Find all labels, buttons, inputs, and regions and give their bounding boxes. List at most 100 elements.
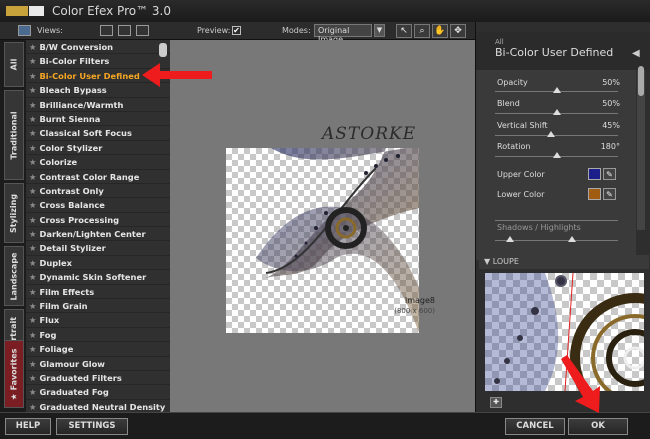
star-icon[interactable]: ★ [29, 42, 36, 52]
star-icon[interactable]: ★ [29, 287, 36, 297]
star-icon[interactable]: ★ [29, 315, 36, 325]
tab-stylizing[interactable]: Stylizing [4, 183, 24, 243]
filter-item[interactable]: ★ Bleach Bypass [26, 83, 170, 98]
filter-item[interactable]: ★ Contrast Only [26, 184, 170, 199]
filter-item[interactable]: ★ Film Grain [26, 299, 170, 314]
filter-item[interactable]: ★ Color Stylizer [26, 141, 170, 156]
star-icon[interactable]: ★ [29, 200, 36, 210]
filter-item-label: Foliage [39, 344, 74, 355]
rotation-slider-thumb[interactable] [553, 152, 561, 158]
filter-item[interactable]: ★ Burnt Sienna [26, 112, 170, 127]
settings-button[interactable]: SETTINGS [56, 418, 128, 435]
filter-item[interactable]: ★ Graduated Neutral Density [26, 400, 170, 412]
view-full-button[interactable] [100, 25, 113, 36]
pin-icon[interactable]: ✚ [490, 397, 502, 408]
star-icon[interactable]: ★ [29, 71, 36, 81]
filter-item[interactable]: ★ Duplex [26, 256, 170, 271]
preview-label: Preview: [197, 26, 231, 35]
star-icon[interactable]: ★ [29, 344, 36, 354]
filter-item-label: Darken/Lighten Center [39, 229, 146, 240]
upper-color-swatch[interactable] [588, 168, 601, 180]
filter-item[interactable]: ★ Flux [26, 313, 170, 328]
star-icon[interactable]: ★ [29, 243, 36, 253]
image-name: Image8 [404, 296, 435, 305]
star-icon[interactable]: ★ [29, 85, 36, 95]
view-side-button[interactable] [136, 25, 149, 36]
filter-item[interactable]: ★ Glamour Glow [26, 357, 170, 371]
star-icon[interactable]: ★ [29, 143, 36, 153]
shadows-slider-thumb[interactable] [506, 236, 514, 242]
tab-traditional[interactable]: Traditional [4, 90, 24, 180]
loupe-header[interactable]: ▼ LOUPE [479, 255, 649, 269]
filter-item-label: Film Grain [39, 301, 88, 312]
star-icon[interactable]: ★ [29, 301, 36, 311]
filter-item[interactable]: ★ B/W Conversion [26, 40, 170, 55]
eyedropper-icon[interactable]: ✎ [603, 188, 616, 200]
filter-item[interactable]: ★ Contrast Color Range [26, 170, 170, 184]
star-icon[interactable]: ★ [29, 402, 36, 412]
filter-item[interactable]: ★ Graduated Filters [26, 371, 170, 386]
param-rotation-label: Rotation [497, 142, 531, 151]
collapse-icon[interactable]: ◀ [632, 48, 640, 59]
single-view-button[interactable] [18, 25, 31, 36]
filter-item-label: Glamour Glow [39, 358, 105, 369]
star-icon[interactable]: ★ [29, 114, 36, 124]
star-icon[interactable]: ★ [29, 172, 36, 182]
filter-item[interactable]: ★ Brilliance/Warmth [26, 98, 170, 112]
highlights-slider-thumb[interactable] [568, 236, 576, 242]
title-bar: Color Efex Pro™ 3.0 [0, 0, 650, 22]
filter-item[interactable]: ★ Foliage [26, 342, 170, 357]
filter-item[interactable]: ★ Bi-Color Filters [26, 54, 170, 69]
star-icon[interactable]: ★ [29, 229, 36, 239]
star-icon[interactable]: ★ [29, 128, 36, 138]
star-icon[interactable]: ★ [29, 258, 36, 268]
star-icon[interactable]: ★ [29, 215, 36, 225]
blend-slider-thumb[interactable] [553, 109, 561, 115]
filter-item[interactable]: ★ Bi-Color User Defined [26, 69, 170, 84]
panel-scrollbar-thumb[interactable] [638, 66, 644, 96]
cancel-button[interactable]: CANCEL [505, 418, 565, 435]
modes-select[interactable]: Original Image [314, 24, 372, 44]
filter-item[interactable]: ★ Darken/Lighten Center [26, 227, 170, 242]
filter-item[interactable]: ★ Film Effects [26, 285, 170, 300]
filter-item[interactable]: ★ Colorize [26, 155, 170, 170]
filter-item[interactable]: ★ Fog [26, 328, 170, 343]
star-icon[interactable]: ★ [29, 186, 36, 196]
nik-logo [6, 6, 28, 16]
star-icon[interactable]: ★ [29, 56, 36, 66]
star-icon[interactable]: ★ [29, 330, 36, 340]
chevron-down-icon[interactable]: ▼ [374, 24, 385, 37]
filter-item[interactable]: ★ Detail Stylizer [26, 241, 170, 256]
filter-item[interactable]: ★ Dynamic Skin Softener [26, 270, 170, 285]
view-split-button[interactable] [118, 25, 131, 36]
eyedropper-icon[interactable]: ✎ [603, 168, 616, 180]
pointer-icon[interactable]: ↖ [396, 24, 412, 38]
star-icon[interactable]: ★ [29, 373, 36, 383]
star-icon[interactable]: ★ [29, 272, 36, 282]
star-icon[interactable]: ★ [29, 387, 36, 397]
lower-color-swatch[interactable] [588, 188, 601, 200]
star-icon[interactable]: ★ [29, 157, 36, 167]
tab-all[interactable]: All [4, 42, 24, 87]
star-icon[interactable]: ★ [29, 100, 36, 110]
opacity-slider-thumb[interactable] [553, 87, 561, 93]
filter-item[interactable]: ★ Classical Soft Focus [26, 126, 170, 141]
star-icon[interactable]: ★ [29, 359, 36, 369]
filter-item[interactable]: ★ Cross Processing [26, 213, 170, 228]
zoom-icon[interactable]: ⌕ [414, 24, 430, 38]
help-button[interactable]: HELP [5, 418, 51, 435]
vshift-slider-track[interactable] [495, 135, 618, 136]
hand-icon[interactable]: ✋ [432, 24, 448, 38]
tab-favorites[interactable]: ★ Favorites [4, 340, 24, 408]
panel-filter-name: Bi-Color User Defined [495, 46, 614, 59]
ok-button[interactable]: OK [568, 418, 628, 435]
filter-item-label: Burnt Sienna [39, 113, 101, 124]
loupe-view [485, 273, 644, 391]
tab-landscape[interactable]: Landscape [4, 246, 24, 306]
filter-item[interactable]: ★ Graduated Fog [26, 385, 170, 400]
vshift-slider-thumb[interactable] [547, 131, 555, 137]
filter-item[interactable]: ★ Cross Balance [26, 198, 170, 213]
pan-icon[interactable]: ✥ [450, 24, 466, 38]
filter-list-scrollbar[interactable] [159, 43, 167, 57]
preview-checkbox[interactable]: ✔ [232, 26, 241, 35]
